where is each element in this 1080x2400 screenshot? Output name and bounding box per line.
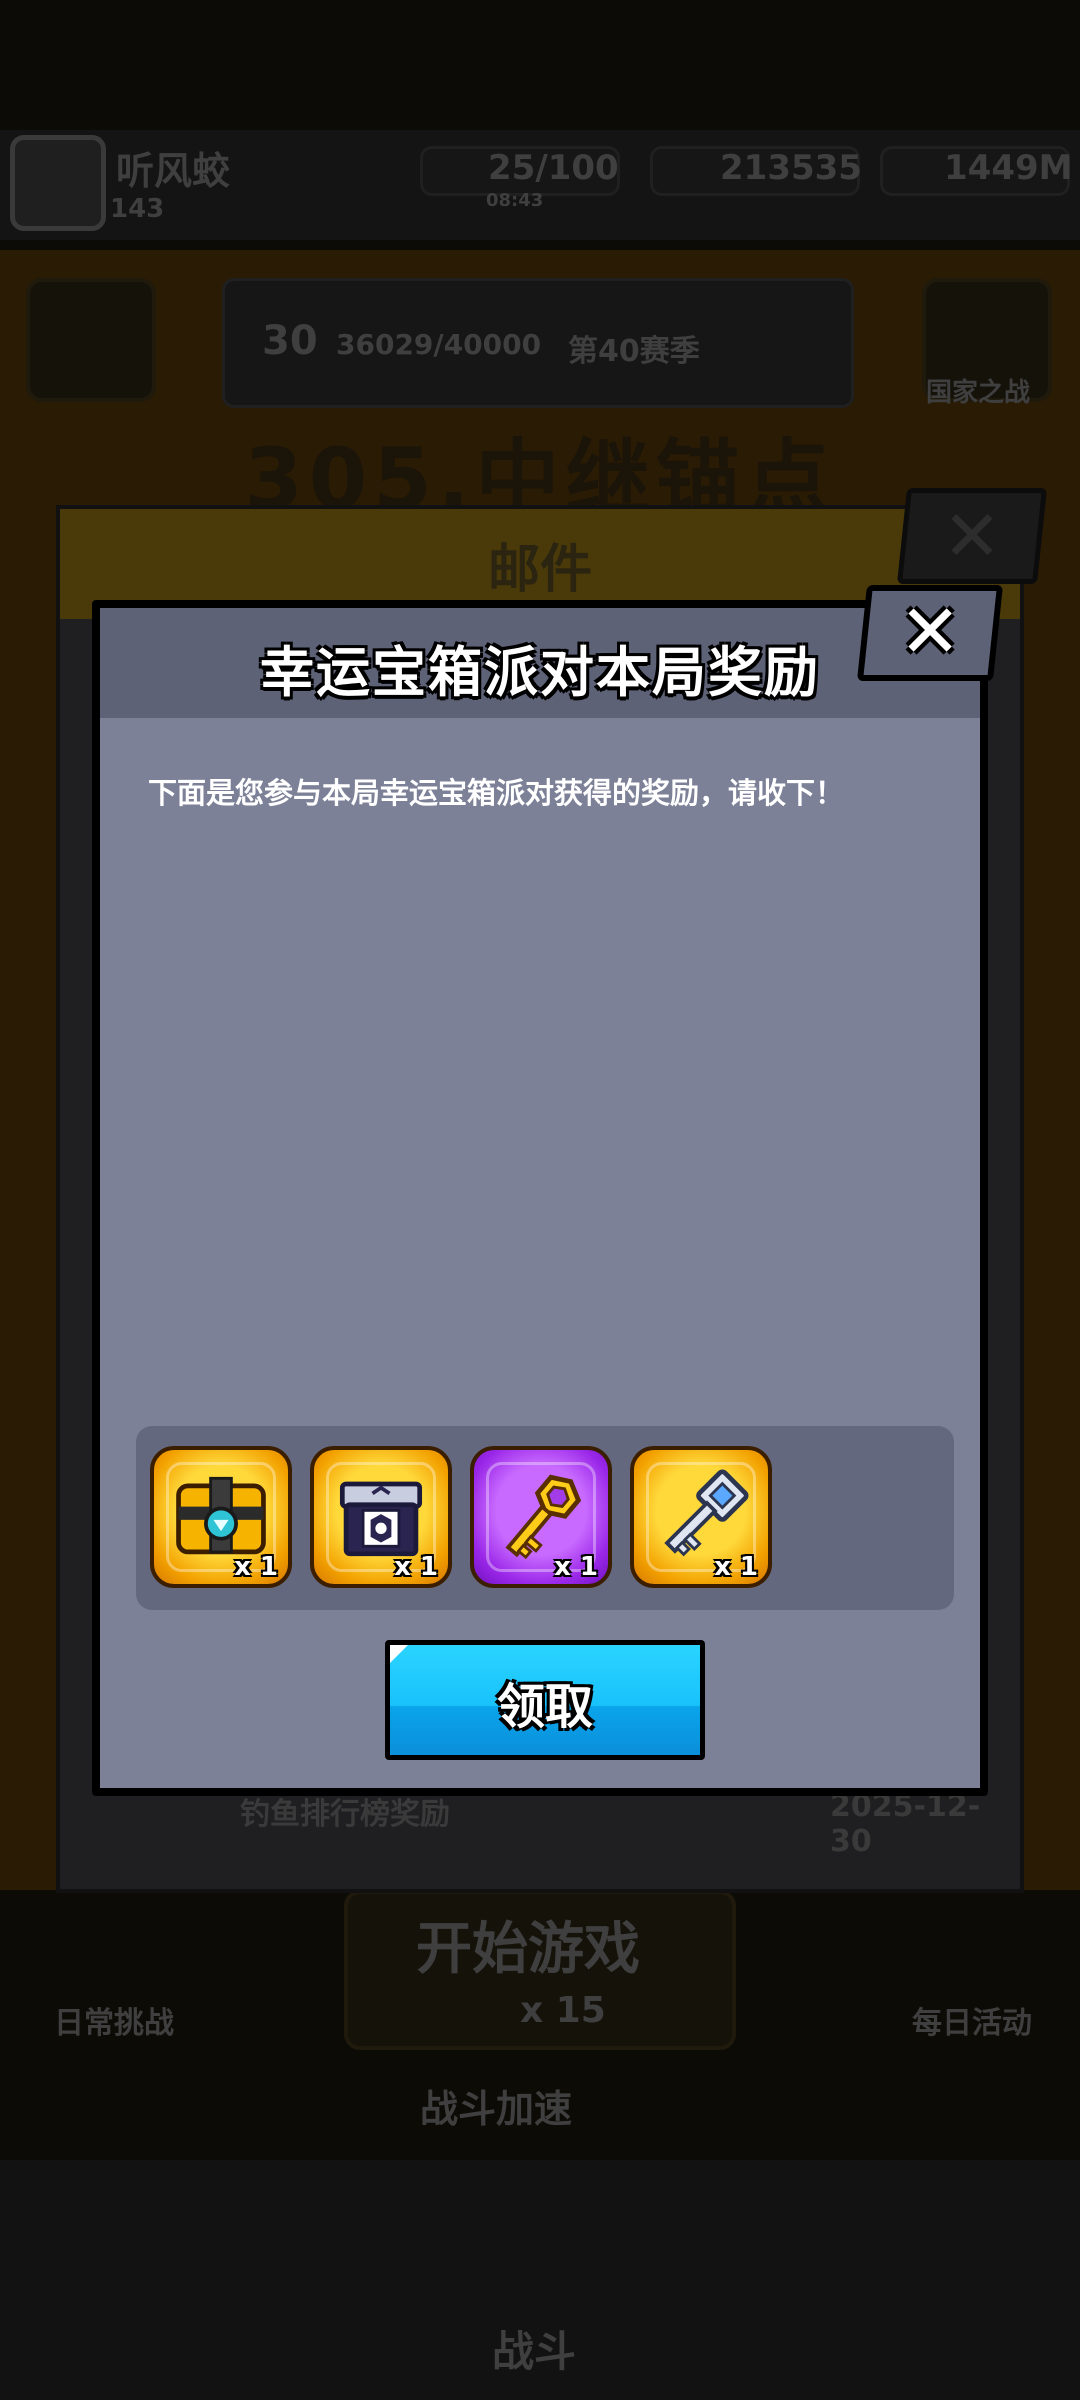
reward-item-gold-chest[interactable]: x 1: [150, 1446, 292, 1588]
claim-button[interactable]: 领取: [385, 1640, 705, 1760]
energy-timer: 08:43: [486, 190, 544, 211]
start-game-label: 开始游戏: [416, 1917, 640, 1982]
reward-item-silver-key[interactable]: x 1: [630, 1446, 772, 1588]
dialog-title: 幸运宝箱派对本局奖励: [260, 641, 820, 704]
battle-boost-label: 战斗加速: [420, 2087, 573, 2131]
promo-level: 30: [262, 318, 318, 364]
dialog-header: 幸运宝箱派对本局奖励: [100, 608, 980, 718]
dialog-message: 下面是您参与本局幸运宝箱派对获得的奖励，请收下！: [148, 776, 845, 810]
reward-count: x 1: [234, 1552, 278, 1582]
close-icon: ✕: [942, 495, 1002, 577]
player-avatar: [10, 135, 106, 231]
reward-tray: x 1 x 1 x 1 x 1: [136, 1426, 954, 1610]
reward-item-gear-box[interactable]: x 1: [310, 1446, 452, 1588]
promo-progress: 36029/40000: [336, 328, 542, 361]
player-name: 听风蛟: [116, 149, 231, 193]
gems-value: 1449M: [944, 148, 1073, 188]
battle-tab-label: 战斗: [492, 2327, 577, 2376]
reward-item-gold-key[interactable]: x 1: [470, 1446, 612, 1588]
mail-item-date: 2025-12-30: [830, 1789, 981, 1859]
reward-count: x 1: [394, 1552, 438, 1582]
reward-dialog: 幸运宝箱派对本局奖励 下面是您参与本局幸运宝箱派对获得的奖励，请收下！ x 1: [92, 600, 988, 1796]
menu-button: [26, 278, 156, 402]
close-icon: ✕: [899, 589, 962, 675]
start-game-cost: x 15: [520, 1990, 606, 2031]
promo-season: 第40赛季: [568, 334, 700, 369]
daily-challenge-label: 日常挑战: [54, 2006, 174, 2041]
mail-close-button: ✕: [896, 488, 1048, 584]
energy-value: 25/100: [488, 148, 619, 188]
country-war-label: 国家之战: [926, 378, 1031, 408]
coins-value: 213535: [720, 148, 862, 188]
daily-events-label: 每日活动: [912, 2006, 1032, 2041]
reward-count: x 1: [714, 1552, 758, 1582]
claim-button-label: 领取: [496, 1679, 593, 1735]
player-level: 143: [110, 194, 165, 224]
reward-count: x 1: [554, 1552, 598, 1582]
dialog-close-button[interactable]: ✕: [856, 585, 1004, 681]
